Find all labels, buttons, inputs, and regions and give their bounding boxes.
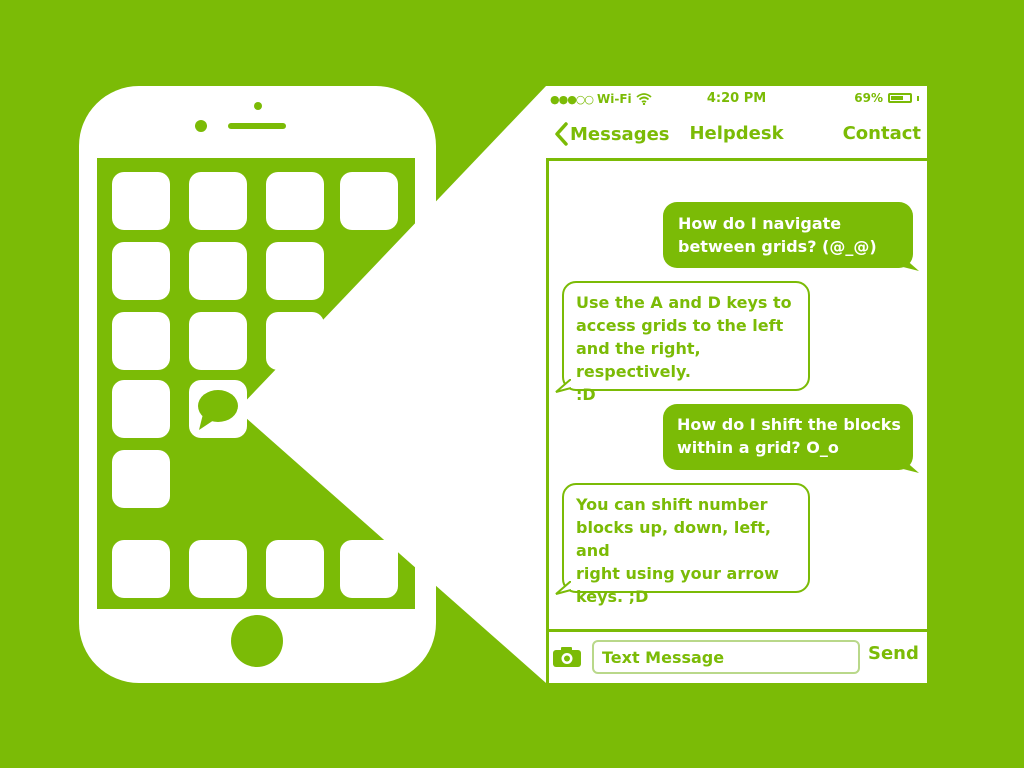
message-line: and the right, respectively.	[576, 339, 701, 381]
back-label: Messages	[570, 123, 670, 145]
app-icon	[266, 172, 324, 230]
send-button[interactable]: Send	[868, 643, 919, 664]
battery-level-fill	[891, 96, 904, 100]
back-chevron-icon	[555, 122, 568, 146]
app-icon	[112, 312, 170, 370]
app-icon	[112, 172, 170, 230]
nav-bar: Messages Helpdesk Contact	[546, 112, 927, 158]
back-button[interactable]: Messages	[554, 122, 670, 146]
message-bubble-outgoing: How do I navigate between grids? (@_@)	[663, 202, 919, 271]
message-line: right using your arrow	[576, 564, 779, 583]
nav-divider	[546, 158, 927, 161]
dock-icon	[340, 540, 398, 598]
message-bubble-outgoing: How do I shift the blocks within a grid?…	[663, 404, 919, 473]
message-line: blocks up, down, left, and	[576, 518, 771, 560]
message-line: How do I shift the blocks	[677, 415, 901, 434]
screen-edge-line	[546, 158, 549, 683]
camera-icon[interactable]	[552, 646, 582, 668]
battery-icon	[888, 93, 912, 103]
messages-screen: ●●●○○ Wi-Fi 4:20 PM 69% Messages Helpdes…	[546, 86, 927, 683]
battery-group: 69%	[854, 91, 919, 105]
app-icon	[266, 242, 324, 300]
app-icon	[340, 172, 398, 230]
compose-bar: Send	[546, 629, 927, 683]
contact-button[interactable]: Contact	[843, 123, 921, 144]
bubble-tail	[903, 459, 919, 473]
battery-percent: 69%	[854, 91, 883, 105]
message-bubble-incoming: Use the A and D keys to access grids to …	[555, 281, 810, 404]
app-icon	[189, 172, 247, 230]
app-icon	[189, 312, 247, 370]
message-line: access grids to the left	[576, 316, 784, 335]
phone-camera-dot	[195, 120, 207, 132]
message-line: within a grid? O_o	[677, 438, 839, 457]
status-bar: ●●●○○ Wi-Fi 4:20 PM 69%	[546, 86, 927, 112]
home-button-icon	[231, 615, 283, 667]
bubble-tail	[555, 379, 571, 393]
dock-icon	[266, 540, 324, 598]
app-icon	[189, 242, 247, 300]
message-line: keys. ;D	[576, 587, 649, 606]
message-line: Use the A and D keys to	[576, 293, 792, 312]
app-icon	[112, 450, 170, 508]
dock-icon	[112, 540, 170, 598]
message-line: between grids? (@_@)	[678, 237, 877, 256]
app-icon	[112, 242, 170, 300]
app-icon	[112, 380, 170, 438]
bubble-tail	[555, 581, 571, 595]
phone-sensor-dot	[254, 102, 262, 110]
message-line: You can shift number	[576, 495, 768, 514]
battery-tip	[917, 95, 919, 101]
message-line: :D	[576, 385, 596, 404]
message-line: How do I navigate	[678, 214, 842, 233]
dock-icon	[189, 540, 247, 598]
message-bubble-incoming: You can shift number blocks up, down, le…	[555, 483, 810, 606]
phone-speaker-slot	[228, 123, 286, 129]
message-input[interactable]	[592, 640, 860, 674]
bubble-tail	[903, 257, 919, 271]
